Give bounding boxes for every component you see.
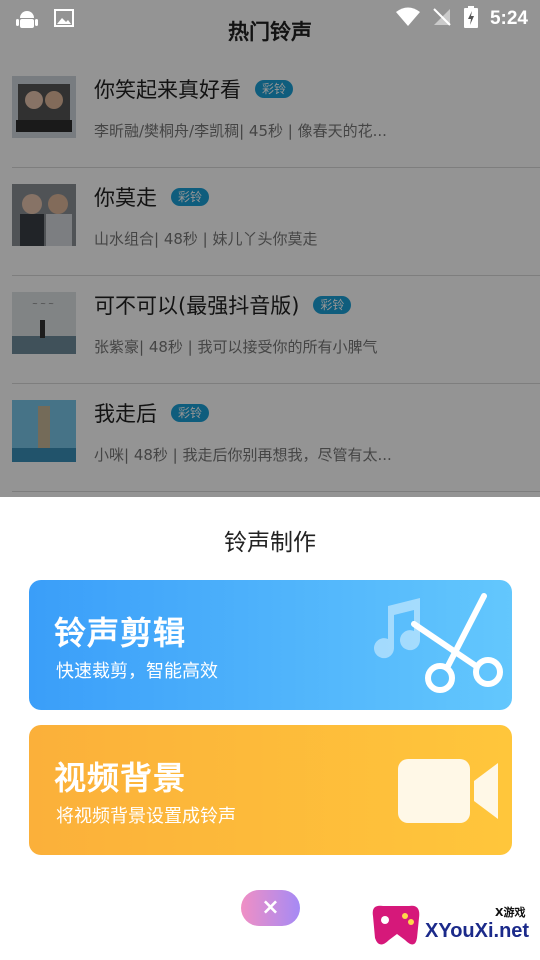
wifi-icon [395, 7, 420, 31]
card-title: 铃声剪辑 [54, 614, 187, 652]
battery-icon [463, 6, 478, 32]
card-subtitle: 将视频背景设置成铃声 [56, 806, 236, 827]
video-background-card[interactable]: 视频背景 将视频背景设置成铃声 [29, 725, 512, 855]
dim-overlay[interactable] [0, 0, 540, 497]
watermark-tag: X游戏 [495, 906, 526, 919]
gallery-icon [54, 8, 74, 34]
card-title: 视频背景 [54, 759, 187, 797]
no-signal-icon [432, 7, 452, 31]
sheet-title: 铃声制作 [224, 530, 316, 556]
clock: 5:24 [489, 8, 528, 29]
music-scissors-icon [364, 590, 509, 704]
watermark-text: XYouXi.net [425, 920, 530, 942]
site-watermark: X游戏 XYouXi.net [367, 894, 537, 956]
ringtone-cut-card[interactable]: 铃声剪辑 快速裁剪，智能高效 [29, 580, 512, 710]
android-icon [16, 8, 38, 34]
status-bar: 5:24 [0, 0, 540, 38]
ringtone-maker-sheet: 铃声制作 铃声剪辑 快速裁剪，智能高效 视频背景 将视频背景设置成铃声 × [0, 497, 540, 960]
video-camera-icon [394, 755, 504, 831]
card-subtitle: 快速裁剪，智能高效 [56, 661, 218, 682]
close-button[interactable]: × [241, 890, 300, 926]
gamepad-logo-icon [372, 905, 420, 945]
